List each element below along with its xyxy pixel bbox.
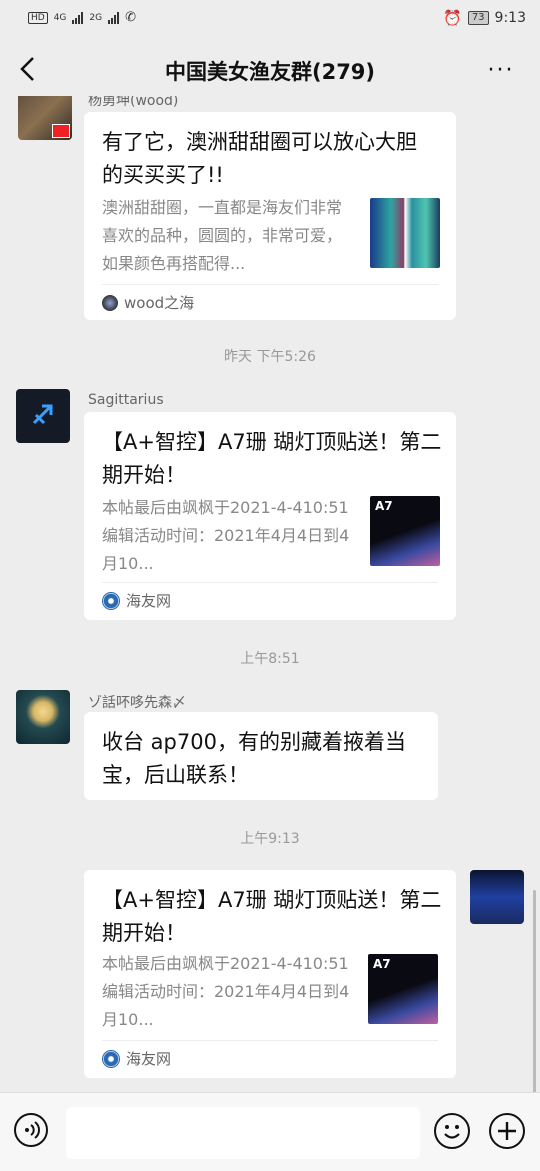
card-description: 本帖最后由飒枫于2021-4-410:51编辑活动时间：2021年4月4日到4月… — [102, 954, 350, 1029]
card-title: 有了它，澳洲甜甜圈可以放心大胆的买买买了!! — [102, 130, 417, 187]
link-card[interactable]: 【A+智控】A7珊 瑚灯顶贴送！第二期开始！ 本帖最后由飒枫于2021-4-41… — [84, 412, 456, 620]
card-title: 【A+智控】A7珊 瑚灯顶贴送！第二期开始！ — [102, 888, 442, 945]
card-source: 海友网 — [102, 1048, 171, 1069]
sender-name: ゾ話吥哆先森〆 — [88, 695, 186, 711]
alarm-icon: ⏰ — [443, 9, 462, 27]
flag-badge — [52, 124, 70, 138]
clock: 9:13 — [494, 10, 526, 26]
sender-name: 杨勇坤(wood) — [88, 96, 179, 109]
card-source: 海友网 — [102, 590, 171, 611]
status-bar: HD 4G 2G ✆ ⏰ 73 9:13 — [0, 0, 540, 36]
voice-icon — [25, 1121, 40, 1139]
voice-button[interactable] — [14, 1113, 48, 1147]
timestamp: 上午8:51 — [240, 651, 300, 667]
network-4g-label: 4G — [53, 12, 67, 23]
timestamp: 上午9:13 — [240, 831, 300, 847]
source-name: wood之海 — [124, 294, 195, 312]
more-functions-button[interactable] — [489, 1113, 525, 1149]
source-icon — [102, 591, 120, 610]
message-input[interactable] — [66, 1107, 420, 1159]
avatar[interactable] — [16, 690, 70, 744]
card-title: 【A+智控】A7珊 瑚灯顶贴送！第二期开始！ — [102, 430, 442, 487]
hd-indicator: HD — [28, 11, 48, 24]
thumbnail-label: A7 — [373, 957, 391, 971]
card-divider — [102, 582, 438, 583]
status-left: HD 4G 2G ✆ — [28, 10, 136, 25]
message-list[interactable]: 杨勇坤(wood) 有了它，澳洲甜甜圈可以放心大胆的买买买了!! 澳洲甜甜圈，一… — [0, 96, 540, 1092]
own-avatar[interactable] — [470, 870, 524, 924]
source-name: 海友网 — [126, 1050, 172, 1068]
chat-title: 中国美女渔友群(279) — [164, 60, 376, 84]
sagittarius-logo-icon — [32, 404, 53, 425]
emoji-button[interactable] — [434, 1113, 470, 1149]
chat-header: 中国美女渔友群(279) ··· — [0, 36, 540, 104]
app-notification-icon: ✆ — [125, 10, 137, 25]
link-card[interactable]: 有了它，澳洲甜甜圈可以放心大胆的买买买了!! 澳洲甜甜圈，一直都是海友们非常喜欢… — [84, 112, 456, 320]
card-description: 澳洲甜甜圈，一直都是海友们非常喜欢的品种，圆圆的，非常可爱，如果颜色再搭配得..… — [102, 198, 343, 273]
sender-name: Sagittarius — [88, 392, 164, 408]
input-bar — [0, 1092, 540, 1171]
timestamp: 昨天 下午5:26 — [224, 349, 316, 365]
avatar[interactable] — [18, 96, 72, 140]
plus-icon — [498, 1122, 516, 1140]
avatar[interactable] — [16, 389, 70, 443]
card-source: wood之海 — [102, 292, 194, 313]
source-icon — [102, 1049, 120, 1068]
signal-icon — [72, 11, 84, 24]
source-name: 海友网 — [126, 592, 172, 610]
more-options-button[interactable]: ··· — [486, 58, 516, 84]
signal-icon-2 — [108, 11, 120, 24]
card-thumbnail: A7 — [368, 954, 438, 1024]
card-divider — [102, 1040, 438, 1041]
card-divider — [102, 284, 438, 285]
card-thumbnail: A7 — [370, 496, 440, 566]
source-icon — [102, 294, 118, 311]
status-right: ⏰ 73 9:13 — [443, 9, 526, 27]
link-card[interactable]: 【A+智控】A7珊 瑚灯顶贴送！第二期开始！ 本帖最后由飒枫于2021-4-41… — [84, 870, 456, 1078]
battery-icon: 73 — [467, 11, 489, 25]
thumbnail-label: A7 — [375, 499, 393, 513]
smiley-icon — [444, 1125, 460, 1139]
card-thumbnail — [370, 198, 440, 268]
card-description: 本帖最后由飒枫于2021-4-410:51编辑活动时间：2021年4月4日到4月… — [102, 498, 350, 573]
text-message[interactable]: 收台 ap700，有的别藏着掖着当宝，后山联系！ — [84, 712, 438, 800]
scrollbar[interactable] — [533, 890, 536, 1100]
network-2g-label: 2G — [89, 12, 103, 23]
